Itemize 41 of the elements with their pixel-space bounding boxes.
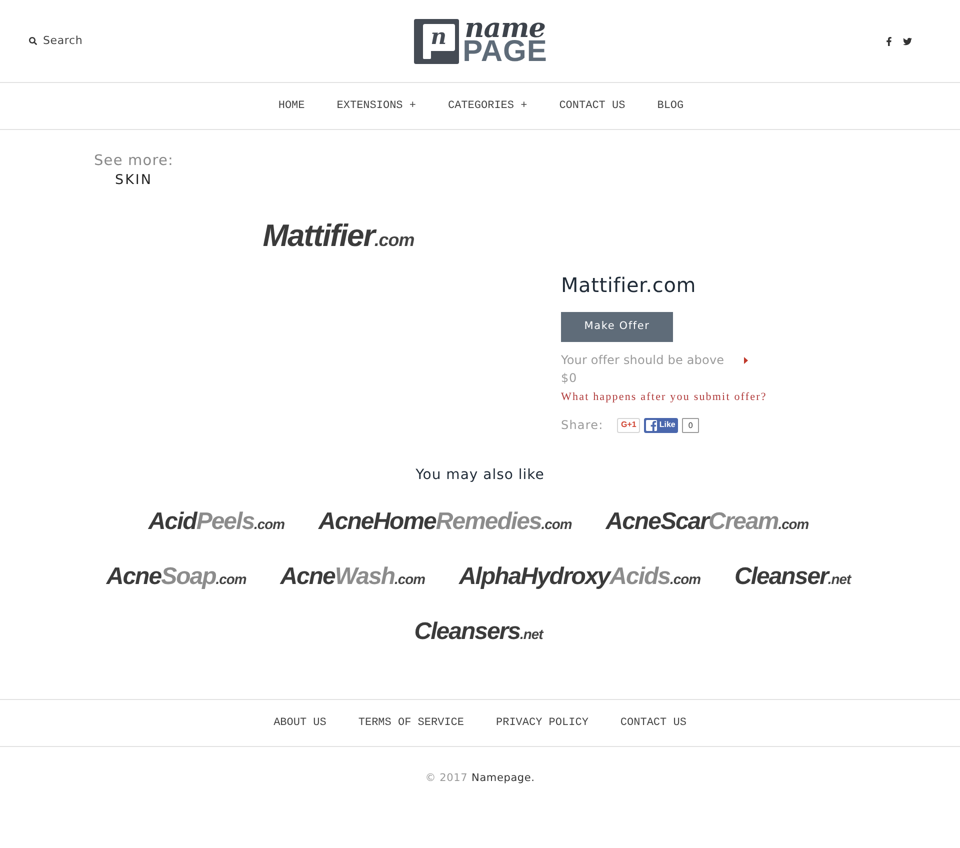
- nav-link[interactable]: EXTENSIONS +: [336, 98, 416, 114]
- offer-hint: Your offer should be above: [561, 352, 724, 369]
- domain-logo[interactable]: AcneSoap.com: [106, 561, 250, 595]
- section-title: You may also like: [416, 466, 544, 485]
- nav-link[interactable]: CATEGORIES +: [448, 98, 528, 114]
- see-more-label: See more:: [94, 152, 174, 171]
- domain-logo[interactable]: AcneHomeRemedies.com: [318, 506, 575, 540]
- nav-link[interactable]: CONTACT US: [559, 98, 626, 114]
- domain-logo[interactable]: AcneWash.com: [280, 561, 428, 595]
- search-icon: [29, 37, 37, 45]
- logo-name-text: name: [464, 18, 546, 40]
- bird-icon[interactable]: [902, 36, 913, 46]
- offer-help-link[interactable]: What happens after you submit offer?: [561, 389, 767, 405]
- footer-link[interactable]: TERMS OF SERVICE: [358, 714, 464, 732]
- facebook-icon[interactable]: [886, 36, 892, 46]
- company-link[interactable]: Namepage.: [472, 770, 535, 786]
- copyright-text: © 2017: [425, 771, 468, 786]
- logo-monogram: n: [414, 18, 459, 64]
- footer-link[interactable]: ABOUT US: [274, 714, 326, 732]
- google-plus-button[interactable]: G+1: [617, 418, 640, 432]
- domain-logo[interactable]: Cleansers.net: [414, 616, 546, 650]
- minimum-offer: $0: [561, 370, 578, 387]
- domain-logo[interactable]: Mattifier.com: [262, 220, 418, 256]
- nav-link[interactable]: HOME: [278, 98, 305, 114]
- share-label: Share:: [561, 417, 604, 434]
- facebook-icon: [646, 420, 658, 430]
- logo-page-text: PAGE: [462, 40, 548, 64]
- domain-logo[interactable]: AcidPeels.com: [148, 506, 288, 540]
- domain-title: Mattifier.com: [561, 272, 696, 298]
- search-field[interactable]: Search: [43, 32, 113, 50]
- domain-logo[interactable]: AcneScarCream.com: [606, 506, 812, 540]
- make-offer-button[interactable]: Make Offer: [561, 312, 673, 342]
- footer-link[interactable]: PRIVACY POLICY: [496, 714, 588, 732]
- like-count: 0: [682, 418, 699, 432]
- facebook-like-button[interactable]: Like: [644, 418, 678, 432]
- category-link[interactable]: SKIN: [115, 171, 153, 189]
- domain-logo[interactable]: Cleanser.net: [734, 561, 854, 595]
- caret-right-icon: [744, 356, 748, 364]
- domain-logo[interactable]: AlphaHydroxyAcids.com: [458, 561, 704, 595]
- nav-link[interactable]: BLOG: [657, 98, 684, 114]
- footer-link[interactable]: CONTACT US: [620, 714, 686, 732]
